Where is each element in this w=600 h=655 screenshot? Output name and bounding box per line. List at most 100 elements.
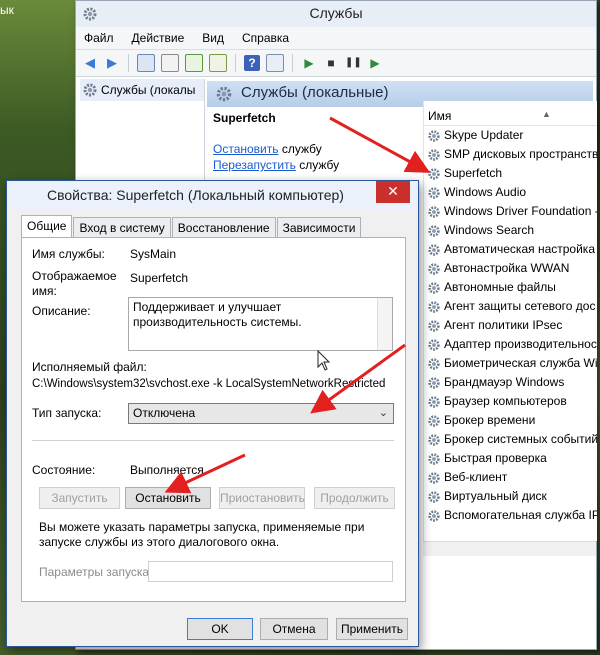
menu-help[interactable]: Справка [242,31,289,45]
service-row[interactable]: Биометрическая служба Wi [424,354,597,373]
tree-item-services[interactable]: Службы (локалы [80,79,204,101]
gear-icon [428,129,440,142]
menu-view[interactable]: Вид [202,31,224,45]
service-row[interactable]: Вспомогательная служба IP [424,506,597,525]
gear-icon [428,281,440,294]
service-row[interactable]: Агент защиты сетевого дос [424,297,597,316]
service-row[interactable]: Superfetch [424,164,597,183]
continue-button[interactable]: Продолжить [314,487,395,509]
gear-icon [428,338,440,351]
refresh-icon[interactable] [185,54,203,72]
help-icon[interactable]: ? [244,55,260,71]
service-row[interactable]: Брокер системных событий [424,430,597,449]
service-row[interactable]: Windows Driver Foundation - [424,202,597,221]
display-name-value: Superfetch [130,271,189,285]
service-description-pane: Superfetch Остановить службу Перезапусти… [213,111,413,174]
exe-label: Исполняемый файл: [32,360,147,374]
service-row[interactable]: Автономные файлы [424,278,597,297]
show-hide-icon[interactable] [266,54,284,72]
dialog-title: Свойства: Superfetch (Локальный компьюте… [47,187,344,203]
service-row[interactable]: Брандмауэр Windows [424,373,597,392]
service-row[interactable]: Автоматическая настройка [424,240,597,259]
column-name-label: Имя [428,109,452,123]
service-name: Агент защиты сетевого дос [444,299,596,313]
service-name: Superfetch [444,166,503,180]
service-row[interactable]: Windows Audio [424,183,597,202]
gear-icon [428,433,440,446]
service-name: Автономные файлы [444,280,556,294]
restart-icon[interactable]: ▶ [367,55,383,71]
description-text: Поддерживает и улучшает производительнос… [133,300,302,329]
service-name: SMP дисковых пространств [444,147,597,161]
back-icon[interactable]: ◀ [82,55,98,71]
description-box: Поддерживает и улучшает производительнос… [128,297,393,351]
toolbar: ◀ ▶ ? ▶ ■ ❚❚ ▶ [76,50,596,77]
state-value: Выполняется [130,463,204,477]
general-tab-panel: Имя службы: SysMain Отображаемое имя: Su… [21,237,406,602]
services-list: ▲ Имя Skype Updater SMP дисковых простран… [423,101,597,541]
startup-type-label: Тип запуска: [32,406,102,420]
service-name: Браузер компьютеров [444,394,567,408]
sort-asc-icon: ▲ [542,109,551,119]
service-name: Автонастройка WWAN [444,261,570,275]
stop-service-link[interactable]: Остановить [213,142,279,156]
start-button[interactable]: Запустить [39,487,120,509]
stop-button[interactable]: Остановить [125,487,211,509]
tab-general[interactable]: Общие [21,215,73,238]
startup-type-select[interactable]: Отключена ⌄ [128,403,394,424]
gear-icon [428,319,440,332]
menu-action[interactable]: Действие [132,31,185,45]
ok-button[interactable]: OK [187,618,253,640]
export-icon[interactable] [209,54,227,72]
pause-button[interactable]: Приостановить [219,487,305,509]
service-name: Автоматическая настройка [444,242,595,256]
pause-icon[interactable]: ❚❚ [345,55,362,71]
horizontal-scrollbar[interactable] [423,541,596,556]
gear-icon [428,471,440,484]
service-row[interactable]: Брокер времени [424,411,597,430]
properties-icon[interactable] [161,54,179,72]
service-row[interactable]: Браузер компьютеров [424,392,597,411]
gear-icon [428,490,440,503]
service-row[interactable]: SMP дисковых пространств [424,145,597,164]
divider [32,440,394,441]
service-row[interactable]: Windows Search [424,221,597,240]
play-icon[interactable]: ▶ [301,55,317,71]
gear-icon [428,357,440,370]
service-row[interactable]: Быстрая проверка [424,449,597,468]
column-header-name[interactable]: ▲ Имя [424,101,597,126]
menu-file[interactable]: Файл [84,31,114,45]
service-row[interactable]: Веб-клиент [424,468,597,487]
gear-icon [428,414,440,427]
restart-service-link[interactable]: Перезапустить [213,158,296,172]
gear-icon [428,509,440,522]
description-scrollbar[interactable] [377,298,392,350]
services-rows: Skype Updater SMP дисковых пространств Sup… [424,126,597,525]
restart-link-suffix: службу [295,158,340,172]
properties-dialog: Свойства: Superfetch (Локальный компьюте… [6,180,419,647]
forward-icon[interactable]: ▶ [104,55,120,71]
stop-icon[interactable]: ■ [323,55,339,71]
toolbar-separator [235,54,236,72]
service-row[interactable]: Виртуальный диск [424,487,597,506]
exe-path: C:\Windows\system32\svchost.exe -k Local… [32,378,386,390]
start-params-input[interactable] [148,561,393,582]
toolbar-separator [128,54,129,72]
service-row[interactable]: Skype Updater [424,126,597,145]
window-title: Службы [309,5,363,21]
chevron-down-icon: ⌄ [378,407,388,419]
service-name: Веб-клиент [444,470,508,484]
service-row[interactable]: Автонастройка WWAN [424,259,597,278]
service-row[interactable]: Агент политики IPsec [424,316,597,335]
gear-icon [428,243,440,256]
service-row[interactable]: Адаптер производительност [424,335,597,354]
gear-icon [83,83,97,97]
console-tree-icon[interactable] [137,54,155,72]
close-button[interactable]: ✕ [376,181,410,203]
apply-button[interactable]: Применить [336,618,408,640]
menu-bar: Файл Действие Вид Справка [76,27,596,50]
cancel-button[interactable]: Отмена [260,618,328,640]
gear-icon [428,167,440,180]
desktop-text: ык [0,3,14,17]
service-name: Биометрическая служба Wi [444,356,597,370]
